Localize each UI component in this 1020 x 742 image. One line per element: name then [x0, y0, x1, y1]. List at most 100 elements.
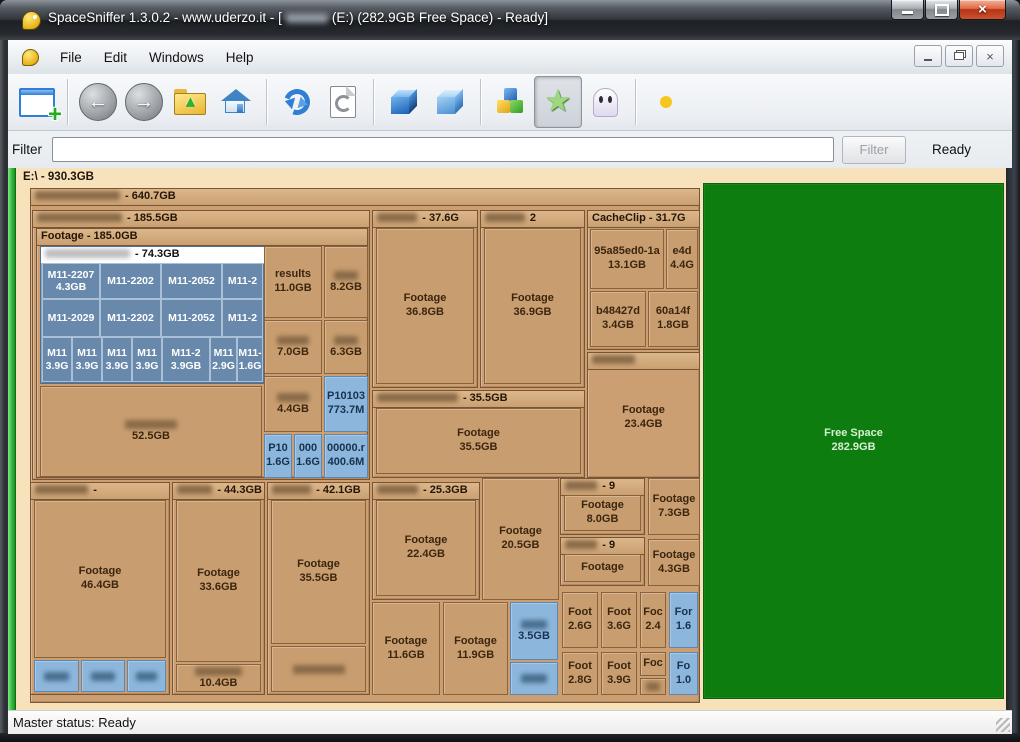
block-node[interactable]: Foot 3.9G — [601, 652, 637, 695]
block-node[interactable]: Footage — [564, 554, 641, 582]
menu-item-file[interactable]: File — [49, 46, 93, 69]
block-node[interactable]: 60a14f 1.8GB — [648, 291, 698, 347]
tile-node[interactable]: M11 2.9G — [210, 337, 237, 382]
title-bar[interactable]: SpaceSniffer 1.3.0.2 - www.uderzo.it - [… — [0, 0, 1020, 40]
text-node[interactable]: Footage 23.4GB — [589, 368, 698, 468]
menu-item-edit[interactable]: Edit — [93, 46, 138, 69]
tile-node[interactable]: M11-2207 4.3GB — [42, 263, 100, 299]
tile-node[interactable]: M11-2 — [222, 299, 263, 337]
block-node[interactable]: Footage 35.5GB — [271, 500, 366, 644]
tile-node[interactable]: M11 3.9G — [42, 337, 72, 382]
block-7-0[interactable]: 7.0GB — [264, 320, 322, 374]
free-space[interactable]: Free Space 282.9GB — [703, 183, 1004, 699]
file-000[interactable]: 000 1.6G — [294, 434, 322, 478]
resize-grip[interactable] — [996, 718, 1010, 732]
node-label: 4.3GB — [55, 281, 87, 293]
tile-node[interactable]: M11-2 — [222, 263, 263, 299]
filter-input[interactable] — [52, 137, 834, 162]
node-header-label: - — [93, 484, 97, 496]
menu-item-help[interactable]: Help — [215, 46, 265, 69]
node-label: 11.6GB — [387, 648, 425, 661]
more-detail-icon — [435, 87, 465, 117]
tile-node[interactable]: M11 3.9G — [72, 337, 102, 382]
node-label: 35.5GB — [299, 572, 338, 584]
block-52-5[interactable]: 52.5GB — [40, 386, 262, 477]
block-11-9[interactable]: Footage 11.9GB — [443, 602, 508, 695]
node-label: 23.4GB — [624, 418, 663, 430]
block-node[interactable]: Foc 2.4 — [640, 592, 666, 648]
file-3-5[interactable]: 3.5GB — [510, 602, 558, 660]
block-node[interactable]: Footage 33.6GB — [176, 500, 261, 662]
mdi-close-button[interactable]: × — [976, 45, 1004, 67]
block-node[interactable]: Footage 46.4GB — [34, 500, 166, 658]
redacted-label — [592, 354, 635, 364]
block-11-6[interactable]: Footage 11.6GB — [372, 602, 440, 695]
refresh-button[interactable] — [274, 77, 320, 127]
file-small[interactable] — [510, 662, 558, 695]
tile-node[interactable]: M11-2202 — [100, 299, 161, 337]
tile-node[interactable]: M11-2052 — [161, 263, 222, 299]
file-p10103[interactable]: P10103 773.7M — [324, 376, 368, 432]
tag-cubes-button[interactable] — [488, 77, 534, 127]
block-node[interactable]: e4d 4.4G — [666, 229, 698, 289]
filter-label: Filter — [12, 142, 42, 157]
up-folder-button[interactable]: ▲ — [167, 77, 213, 127]
block-node[interactable]: Foot 2.6G — [562, 592, 598, 648]
mdi-restore-button[interactable] — [945, 45, 973, 67]
block-node[interactable]: b48427d 3.4GB — [590, 291, 646, 347]
block-node[interactable]: Footage 36.8GB — [376, 228, 474, 384]
block-7-3[interactable]: Footage 7.3GB — [648, 478, 700, 535]
file-p10[interactable]: P10 1.6G — [264, 434, 292, 478]
options-button[interactable] — [643, 77, 689, 127]
block-node[interactable] — [271, 646, 366, 692]
block-node[interactable]: 95a85ed0-1a 13.1GB — [590, 229, 664, 289]
block-node[interactable]: Footage 8.0GB — [564, 495, 641, 531]
block-4-4[interactable]: 4.4GB — [264, 376, 322, 432]
ghost-filter-button[interactable] — [582, 77, 628, 127]
block-8-2[interactable]: 8.2GB — [324, 246, 368, 318]
toolbar-separator — [266, 79, 267, 125]
block-6-3[interactable]: 6.3GB — [324, 320, 368, 374]
block-node[interactable]: 10.4GB — [176, 664, 261, 692]
block-results[interactable]: results 11.0GB — [264, 246, 322, 318]
new-view-button[interactable] — [14, 77, 62, 129]
file-node[interactable]: For 1.6 — [669, 592, 698, 648]
tile-node[interactable]: M11-2 3.9GB — [162, 337, 210, 382]
maximize-button[interactable] — [925, 0, 958, 20]
less-detail-button[interactable] — [381, 77, 427, 127]
tile-node[interactable]: M11 3.9G — [132, 337, 162, 382]
refresh-selected-button[interactable] — [320, 77, 366, 127]
tile-node[interactable]: M11-2052 — [161, 299, 222, 337]
mdi-minimize-button[interactable] — [914, 45, 942, 67]
block-node[interactable] — [640, 678, 666, 695]
block-node[interactable]: Foot 2.8G — [562, 652, 598, 695]
tile-node[interactable]: M11 3.9G — [102, 337, 132, 382]
block-4-3[interactable]: Footage 4.3GB — [648, 539, 700, 586]
more-detail-button[interactable] — [427, 77, 473, 127]
file-node[interactable]: Fo 1.0 — [669, 652, 698, 695]
block-node[interactable]: Foot 3.6G — [601, 592, 637, 648]
block-node[interactable]: Footage 36.9GB — [484, 228, 581, 384]
file-node[interactable] — [81, 660, 125, 692]
file-00000[interactable]: 00000.r 400.6M — [324, 434, 368, 478]
file-node[interactable] — [127, 660, 166, 692]
filter-button[interactable]: Filter — [842, 135, 906, 164]
node-label: Footage — [622, 404, 665, 417]
minimize-button[interactable] — [891, 0, 924, 20]
tile-node[interactable]: M11- 1.6G — [237, 337, 263, 382]
treemap-canvas[interactable]: E:\ - 930.3GB - 640.7GB - 185.5GB Footage … — [16, 168, 1006, 710]
menu-item-windows[interactable]: Windows — [138, 46, 215, 69]
file-node[interactable] — [34, 660, 79, 692]
block-node[interactable]: Foc — [640, 652, 666, 676]
star-filter-button[interactable]: ★ — [534, 76, 582, 128]
home-button[interactable] — [213, 77, 259, 127]
back-button[interactable]: ← — [75, 77, 121, 127]
tile-node[interactable]: M11-2029 — [42, 299, 100, 337]
tile-node[interactable]: M11-2202 — [100, 263, 161, 299]
forward-button[interactable]: → — [121, 77, 167, 127]
redacted-label — [520, 674, 548, 683]
block-20-5[interactable]: Footage 20.5GB — [482, 478, 559, 600]
close-button[interactable]: × — [959, 0, 1006, 20]
block-node[interactable]: Footage 35.5GB — [376, 408, 581, 474]
block-node[interactable]: Footage 22.4GB — [376, 500, 476, 596]
